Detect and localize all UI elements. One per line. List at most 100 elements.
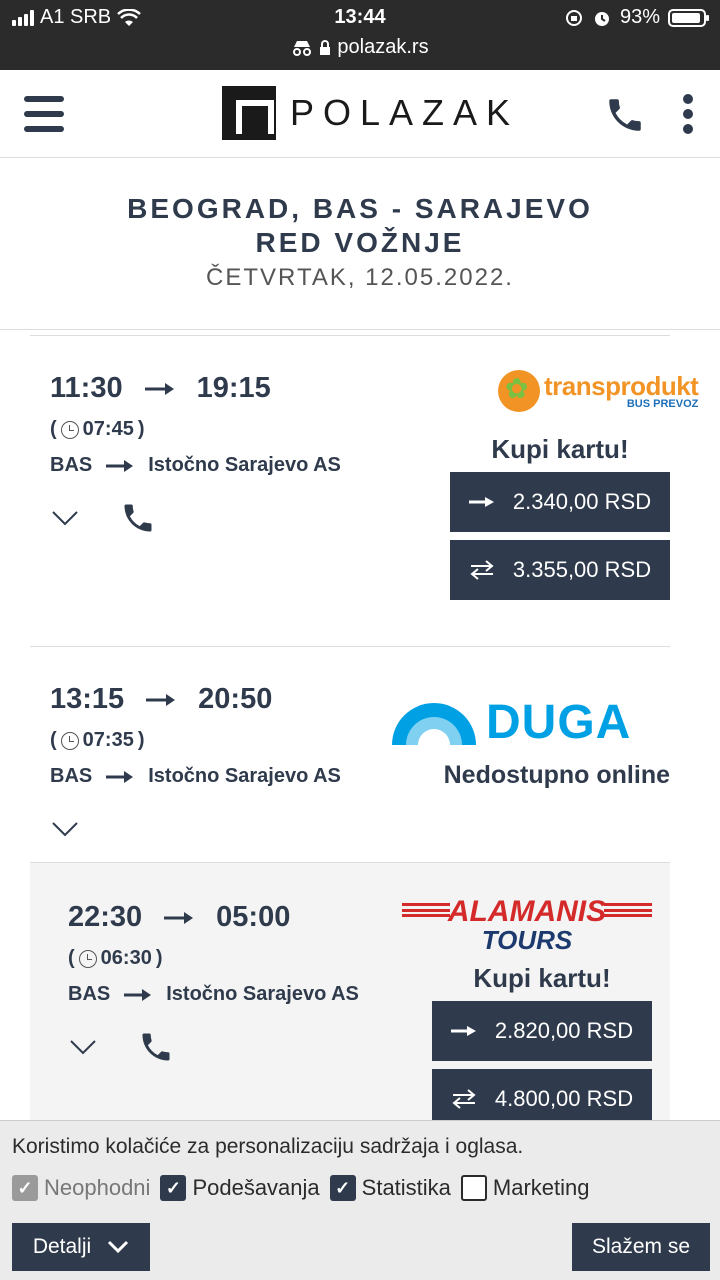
- duration: ( 06:30): [68, 947, 163, 969]
- buy-ticket-label: Kupi kartu!: [473, 963, 611, 993]
- duration-value: 06:30: [100, 947, 152, 969]
- arrow-right-icon: [146, 693, 176, 706]
- phone-icon[interactable]: [604, 94, 646, 136]
- page-date: ČETVRTAK, 12.05.2022.: [206, 264, 514, 291]
- route-from: BAS: [68, 983, 111, 1005]
- price-one-way-button[interactable]: 2.820,00 RSD: [432, 1001, 652, 1061]
- option-label: Neophodni: [44, 1175, 151, 1200]
- route: BAS Istočno Sarajevo AS: [68, 983, 359, 1006]
- route-from: BAS: [50, 454, 93, 476]
- phone-icon[interactable]: [138, 1029, 174, 1065]
- cookie-option-necessary: ✓ Neophodni: [12, 1175, 150, 1201]
- status-right: 93%: [564, 6, 709, 29]
- site-logo[interactable]: POLAZAK: [222, 86, 519, 140]
- clock-icon: [78, 949, 97, 968]
- buy-ticket-label: Kupi kartu!: [491, 434, 629, 464]
- rotation-lock-icon: [565, 9, 582, 26]
- checkbox-empty[interactable]: [460, 1175, 487, 1201]
- departure-card: 11:30 19:15 ( 07:45) BAS Istočno Sarajev…: [30, 336, 699, 646]
- swap-arrows-icon: [452, 1089, 476, 1109]
- rainbow-icon: [392, 702, 476, 745]
- clock-icon: [60, 420, 79, 439]
- arrive-time: 20:50: [198, 683, 273, 715]
- operator-logo-duga: DUGA: [390, 695, 631, 750]
- arrow-right-icon: [450, 1026, 476, 1036]
- unavailable-label: Nedostupno online: [443, 761, 670, 789]
- more-vertical-icon[interactable]: [682, 94, 694, 134]
- cookie-option-preferences[interactable]: ✓ Podešavanja: [160, 1175, 320, 1201]
- time-row: 11:30 19:15: [50, 372, 271, 405]
- depart-time: 13:15: [50, 683, 125, 715]
- lock-icon: [320, 39, 331, 55]
- battery-fill: [672, 12, 700, 23]
- address-bar[interactable]: polazak.rs: [0, 36, 720, 59]
- route: BAS Istočno Sarajevo AS: [50, 454, 341, 477]
- swap-arrows-icon: [470, 560, 494, 580]
- cookie-option-statistics[interactable]: ✓ Statistika: [329, 1175, 451, 1201]
- accept-button[interactable]: Slažem se: [572, 1223, 710, 1271]
- arrow-right-icon: [106, 770, 134, 783]
- price-value: 4.800,00 RSD: [494, 1086, 634, 1111]
- check-icon: ✓: [12, 1175, 38, 1201]
- route-to: Istočno Sarajevo AS: [148, 765, 341, 787]
- price-value: 2.340,00 RSD: [512, 489, 652, 514]
- arrive-time: 19:15: [196, 372, 271, 404]
- chevron-down-icon[interactable]: [70, 1039, 96, 1055]
- time-row: 22:30 05:00: [68, 901, 290, 934]
- route-from: BAS: [50, 765, 93, 787]
- clock-icon: [60, 731, 79, 750]
- price-one-way-button[interactable]: 2.340,00 RSD: [450, 472, 670, 532]
- price-value: 3.355,00 RSD: [512, 557, 652, 582]
- chevron-down-icon[interactable]: [52, 821, 78, 837]
- cookie-banner: Koristimo kolačiće za personalizaciju sa…: [0, 1120, 720, 1280]
- arrow-right-icon: [124, 988, 152, 1001]
- phone-icon[interactable]: [120, 500, 156, 536]
- operator-logo-alamanis: ALAMANIS TOURS: [402, 897, 652, 953]
- option-label: Marketing: [492, 1175, 590, 1200]
- details-label: Detalji: [32, 1235, 92, 1258]
- page-title: BEOGRAD, BAS - SARAJEVO RED VOŽNJE: [127, 193, 593, 258]
- logo-stripes: [604, 903, 652, 917]
- logo-text: POLAZAK: [290, 92, 520, 133]
- operator-sub: BUS PREVOZ: [626, 397, 699, 410]
- operator-name: transprodukt: [544, 370, 699, 401]
- logo-stripes: [402, 903, 450, 917]
- operator-logo-transprodukt: transprodukt BUS PREVOZ: [498, 370, 699, 412]
- departure-card: 13:15 20:50 ( 07:35) BAS Istočno Sarajev…: [30, 647, 670, 862]
- arrive-time: 05:00: [216, 901, 291, 933]
- duration-value: 07:35: [82, 729, 134, 751]
- option-label: Statistika: [361, 1175, 451, 1200]
- menu-icon[interactable]: [24, 96, 64, 132]
- check-icon[interactable]: ✓: [160, 1175, 187, 1201]
- page-heading: BEOGRAD, BAS - SARAJEVO RED VOŽNJE ČETVR…: [0, 158, 720, 330]
- incognito-icon: [293, 40, 312, 56]
- operator-sub: TOURS: [481, 925, 573, 955]
- route-to: Istočno Sarajevo AS: [166, 983, 359, 1005]
- chevron-down-icon[interactable]: [52, 510, 78, 526]
- clover-icon: [498, 370, 540, 412]
- battery-percent: 93%: [619, 6, 660, 28]
- battery-icon: [668, 8, 709, 27]
- site-header: POLAZAK: [0, 70, 720, 158]
- departure-card: 22:30 05:00 ( 06:30) BAS Istočno Sarajev…: [30, 862, 670, 1129]
- logo-mark: [222, 86, 276, 140]
- duration: ( 07:45): [50, 418, 145, 440]
- price-return-button[interactable]: 3.355,00 RSD: [450, 540, 670, 600]
- depart-time: 22:30: [68, 901, 143, 933]
- chevron-down-icon: [108, 1240, 129, 1254]
- status-bar: A1 SRB 13:44 93% polazak.rs: [0, 0, 720, 70]
- route: BAS Istočno Sarajevo AS: [50, 765, 341, 788]
- cookie-options: ✓ Neophodni ✓ Podešavanja ✓ Statistika M…: [12, 1175, 590, 1201]
- duration: ( 07:35): [50, 729, 145, 751]
- depart-time: 11:30: [50, 372, 123, 404]
- cookie-message: Koristimo kolačiće za personalizaciju sa…: [12, 1135, 524, 1158]
- cookie-option-marketing[interactable]: Marketing: [460, 1175, 590, 1201]
- accept-label: Slažem se: [591, 1235, 691, 1258]
- details-button[interactable]: Detalji: [12, 1223, 150, 1271]
- route-to: Istočno Sarajevo AS: [148, 454, 341, 476]
- check-icon[interactable]: ✓: [329, 1175, 356, 1201]
- arrow-right-icon: [164, 911, 194, 924]
- price-value: 2.820,00 RSD: [494, 1018, 634, 1043]
- arrow-right-icon: [468, 497, 494, 507]
- arrow-right-icon: [106, 459, 134, 472]
